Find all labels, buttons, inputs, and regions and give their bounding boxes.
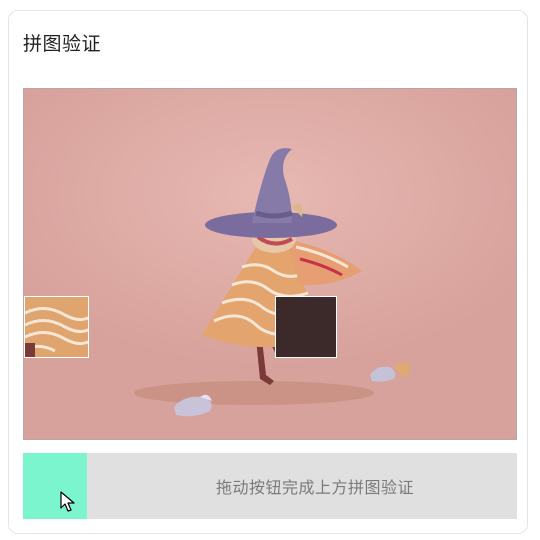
- mouse-pointer-icon: [60, 491, 75, 512]
- puzzle-hole: [275, 296, 337, 358]
- captcha-title: 拼图验证: [23, 33, 102, 55]
- puzzle-piece-texture: [25, 297, 88, 357]
- slider-track[interactable]: 拖动按钮完成上方拼图验证: [23, 453, 517, 519]
- puzzle-piece[interactable]: [24, 296, 89, 358]
- puzzle-image: [23, 88, 517, 440]
- slider-hint-text: 拖动按钮完成上方拼图验证: [215, 478, 414, 497]
- slider-handle[interactable]: [23, 453, 87, 519]
- witch-illustration: [134, 148, 411, 417]
- puzzle-captcha-card: 拼图验证 拖动按钮完成上方拼图验证: [8, 10, 528, 534]
